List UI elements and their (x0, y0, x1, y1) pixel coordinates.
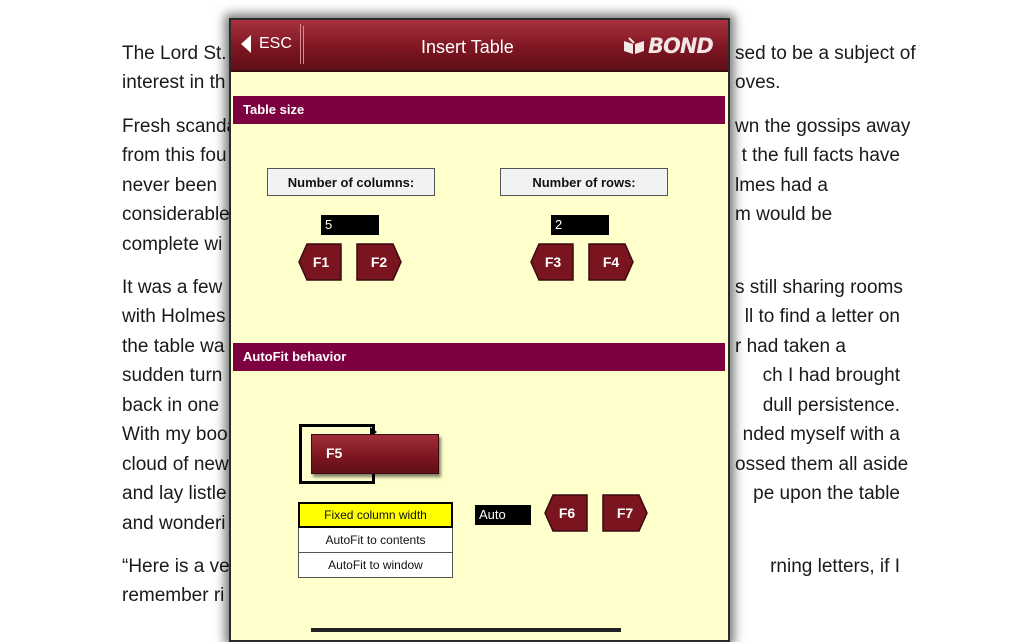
book-icon (624, 37, 644, 54)
document-line-right: ch I had brought (762, 365, 900, 386)
bond-logo: BOND (623, 34, 714, 58)
document-line-right: rning letters, if I (770, 556, 900, 577)
document-line-right: t the full facts have (741, 145, 900, 166)
document-line-right: nded myself with a (742, 424, 900, 445)
f5-button[interactable]: F5 (311, 434, 439, 474)
document-line-left: complete wi (122, 234, 223, 255)
document-line-left: from this fou (122, 145, 227, 166)
back-arrow-icon (241, 35, 251, 53)
document-line-right: m would be (735, 204, 833, 225)
document-line-left: The Lord St. (122, 43, 227, 64)
option-fixed-column-width[interactable]: Fixed column width (298, 502, 453, 528)
f6-previous-option-button[interactable]: F6 (543, 492, 591, 534)
document-line-left: and wonderi (122, 513, 226, 534)
document-line-right: dull persistence. (762, 395, 900, 416)
f3-decrease-rows-button[interactable]: F3 (529, 241, 577, 283)
document-line-left: It was a few (122, 277, 223, 298)
f1-decrease-columns-button[interactable]: F1 (297, 241, 345, 283)
rows-label: Number of rows: (500, 168, 668, 196)
document-line-right: ossed them all aside (735, 454, 909, 475)
f1-label: F1 (312, 254, 330, 270)
document-line-left: and lay listle (122, 483, 227, 504)
logo-text: BOND (648, 34, 714, 58)
document-line-left: remember ri (122, 585, 225, 606)
bottom-divider (311, 628, 621, 632)
f2-label: F2 (370, 254, 388, 270)
insert-table-dialog: ESC Insert Table BOND Table size Number … (229, 18, 730, 642)
autofit-mode-value[interactable]: Auto (475, 505, 531, 525)
document-line-left: Fresh scanda (122, 116, 238, 137)
document-line-right: pe upon the table (753, 483, 900, 504)
document-line-left: the table wa (122, 336, 225, 357)
document-line-left: sudden turn (122, 365, 223, 386)
f3-label: F3 (544, 254, 562, 270)
esc-label: ESC (259, 35, 292, 52)
document-line-left: back in one (122, 395, 220, 416)
document-line-right: lmes had a (735, 175, 828, 196)
document-line-left: with Holmes (122, 306, 226, 327)
autofit-header: AutoFit behavior (233, 343, 725, 371)
f7-label: F7 (616, 505, 634, 521)
document-line-left: never been (122, 175, 218, 196)
document-line-left: “Here is a ve (122, 556, 230, 577)
rows-value[interactable]: 2 (551, 215, 609, 235)
f6-label: F6 (558, 505, 576, 521)
document-line-right: s still sharing rooms (735, 277, 903, 298)
option-autofit-to-window[interactable]: AutoFit to window (298, 553, 453, 578)
option-autofit-to-contents[interactable]: AutoFit to contents (298, 528, 453, 553)
document-line-right: ll to find a letter on (744, 306, 900, 327)
titlebar-divider (303, 26, 304, 64)
document-line-left: interest in th (122, 72, 226, 93)
table-size-header: Table size (233, 96, 725, 124)
document-line-right: wn the gossips away (735, 116, 911, 137)
dialog-title: Insert Table (421, 37, 514, 57)
document-line-left: considerable (122, 204, 230, 225)
document-line-right: r had taken a (735, 336, 846, 357)
document-line-left: With my boo (122, 424, 228, 445)
columns-value[interactable]: 5 (321, 215, 379, 235)
document-line-left: cloud of new (122, 454, 229, 475)
f4-label: F4 (602, 254, 620, 270)
document-line-right: oves. (735, 72, 781, 93)
dialog-titlebar: ESC Insert Table BOND (231, 20, 728, 72)
f7-next-option-button[interactable]: F7 (601, 492, 649, 534)
esc-button[interactable]: ESC (235, 24, 301, 64)
columns-label: Number of columns: (267, 168, 435, 196)
f4-increase-rows-button[interactable]: F4 (587, 241, 635, 283)
f2-increase-columns-button[interactable]: F2 (355, 241, 403, 283)
document-line-right: sed to be a subject of (735, 43, 916, 64)
